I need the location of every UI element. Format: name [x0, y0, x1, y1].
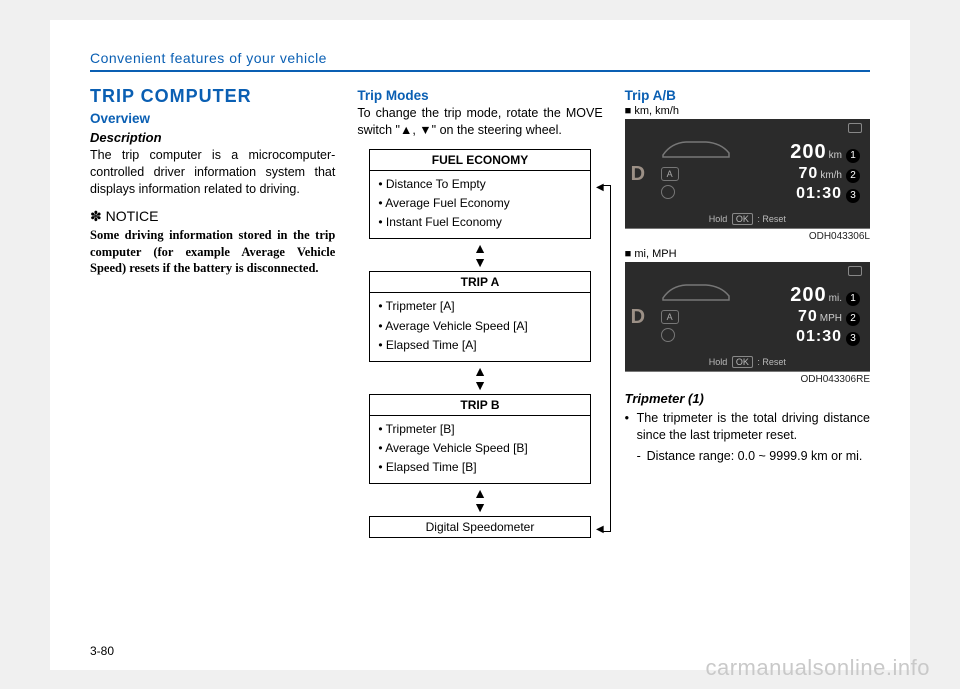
figure-km: ■ km, km/h D A 200 km 1 70 — [625, 105, 870, 242]
readout-speed: 70 MPH 2 — [745, 308, 860, 326]
gear-indicator: D — [631, 306, 645, 329]
section-title: TRIP COMPUTER — [90, 86, 335, 107]
hold-label: Hold — [709, 214, 728, 224]
flow-return-line — [603, 185, 611, 533]
callout-tag: 2 — [846, 169, 860, 183]
clock-icon — [661, 328, 675, 342]
description-heading: Description — [90, 130, 335, 145]
box-digital-speedometer: Digital Speedometer — [369, 516, 590, 538]
callout-tag: 2 — [846, 312, 860, 326]
reset-hint: Hold OK : Reset — [625, 357, 870, 367]
column-1: TRIP COMPUTER Overview Description The t… — [90, 84, 335, 544]
readout-distance: 200 mi. 1 — [745, 284, 860, 307]
readout-time: 01:30 3 — [745, 328, 860, 346]
callout-tag: 1 — [846, 292, 860, 306]
value: 70 — [798, 308, 818, 326]
flow-arrow-icon: ▲▼ — [369, 241, 590, 269]
dashboard-display: D A 200 mi. 1 70 MPH 2 — [625, 262, 870, 372]
box-item: Average Fuel Economy — [385, 196, 510, 210]
hold-label: Hold — [709, 357, 728, 367]
box-item: Tripmeter [A] — [386, 299, 455, 313]
box-trip-a: TRIP A • Tripmeter [A] • Average Vehicle… — [369, 271, 590, 362]
fuel-icon — [848, 123, 862, 133]
ok-button-icon: OK — [732, 356, 753, 368]
callout-tag: 3 — [846, 332, 860, 346]
trip-modes-body: To change the trip mode, rotate the MOVE… — [357, 105, 602, 139]
reset-label: : Reset — [757, 357, 786, 367]
list-item: The tripmeter is the total driving dista… — [625, 410, 870, 465]
watermark: carmanualsonline.info — [705, 655, 930, 681]
box-trip-b: TRIP B • Tripmeter [B] • Average Vehicle… — [369, 394, 590, 485]
readout-speed: 70 km/h 2 — [745, 165, 860, 183]
tripmeter-heading: Tripmeter (1) — [625, 391, 870, 406]
notice-label: ✽ NOTICE — [90, 208, 335, 225]
trip-ab-heading: Trip A/B — [625, 88, 870, 103]
figure-mi: ■ mi, MPH D A 200 mi. 1 70 — [625, 248, 870, 385]
car-silhouette-icon — [661, 278, 731, 304]
value: 200 — [790, 141, 826, 164]
trip-modes-flow: FUEL ECONOMY • Distance To Empty • Avera… — [357, 149, 602, 539]
readout-distance: 200 km 1 — [745, 141, 860, 164]
figure-code: ODH043306RE — [625, 374, 870, 385]
box-item: Average Vehicle Speed [B] — [385, 441, 528, 455]
readout-time: 01:30 3 — [745, 185, 860, 203]
fuel-icon — [848, 266, 862, 276]
list-text: The tripmeter is the total driving dista… — [637, 411, 870, 442]
flow-arrow-icon: ▲▼ — [369, 486, 590, 514]
box-item: Instant Fuel Economy — [386, 215, 502, 229]
clock-icon — [661, 185, 675, 199]
trip-a-badge-icon: A — [661, 167, 679, 181]
gear-indicator: D — [631, 163, 645, 186]
overview-heading: Overview — [90, 111, 335, 126]
box-body: • Tripmeter [B] • Average Vehicle Speed … — [370, 416, 589, 484]
trip-a-badge-icon: A — [661, 310, 679, 324]
box-item: Distance To Empty — [386, 177, 486, 191]
callout-tag: 3 — [846, 189, 860, 203]
unit: km — [829, 150, 842, 161]
reset-label: : Reset — [757, 214, 786, 224]
box-body: • Tripmeter [A] • Average Vehicle Speed … — [370, 293, 589, 361]
box-body: • Distance To Empty • Average Fuel Econo… — [370, 171, 589, 239]
column-2: Trip Modes To change the trip mode, rota… — [357, 84, 602, 544]
reset-hint: Hold OK : Reset — [625, 214, 870, 224]
value: 01:30 — [796, 328, 842, 346]
value: 200 — [790, 284, 826, 307]
tripmeter-list: The tripmeter is the total driving dista… — [625, 410, 870, 465]
trip-modes-heading: Trip Modes — [357, 88, 602, 103]
box-item: Tripmeter [B] — [386, 422, 455, 436]
flow-return-arrow-icon: ◀ — [596, 524, 604, 535]
ok-button-icon: OK — [732, 213, 753, 225]
value: 01:30 — [796, 185, 842, 203]
car-silhouette-icon — [661, 135, 731, 161]
figure-label: ■ km, km/h — [625, 105, 870, 117]
overview-body: The trip computer is a microcomputer-con… — [90, 147, 335, 198]
page-number: 3-80 — [90, 644, 114, 658]
box-head: TRIP B — [370, 395, 589, 416]
unit: mi. — [829, 293, 842, 304]
box-item: Average Vehicle Speed [A] — [385, 319, 528, 333]
figure-code: ODH043306L — [625, 231, 870, 242]
dashboard-display: D A 200 km 1 70 km/h 2 — [625, 119, 870, 229]
box-head: TRIP A — [370, 272, 589, 293]
box-head: FUEL ECONOMY — [370, 150, 589, 171]
notice-body: Some driving information stored in the t… — [90, 227, 335, 278]
value: 70 — [799, 165, 819, 183]
manual-page: Convenient features of your vehicle TRIP… — [50, 20, 910, 670]
callout-tag: 1 — [846, 149, 860, 163]
box-item: Elapsed Time [B] — [386, 460, 477, 474]
unit: km/h — [820, 170, 842, 181]
unit: MPH — [820, 313, 842, 324]
content-columns: TRIP COMPUTER Overview Description The t… — [90, 84, 870, 544]
flow-return-arrow-icon: ◀ — [596, 182, 604, 193]
page-header: Convenient features of your vehicle — [90, 50, 870, 72]
column-3: Trip A/B ■ km, km/h D A 200 km 1 — [625, 84, 870, 544]
box-item: Elapsed Time [A] — [386, 338, 477, 352]
box-fuel-economy: FUEL ECONOMY • Distance To Empty • Avera… — [369, 149, 590, 240]
flow-arrow-icon: ▲▼ — [369, 364, 590, 392]
figure-label: ■ mi, MPH — [625, 248, 870, 260]
sub-list-item: Distance range: 0.0 ~ 9999.9 km or mi. — [637, 448, 870, 465]
